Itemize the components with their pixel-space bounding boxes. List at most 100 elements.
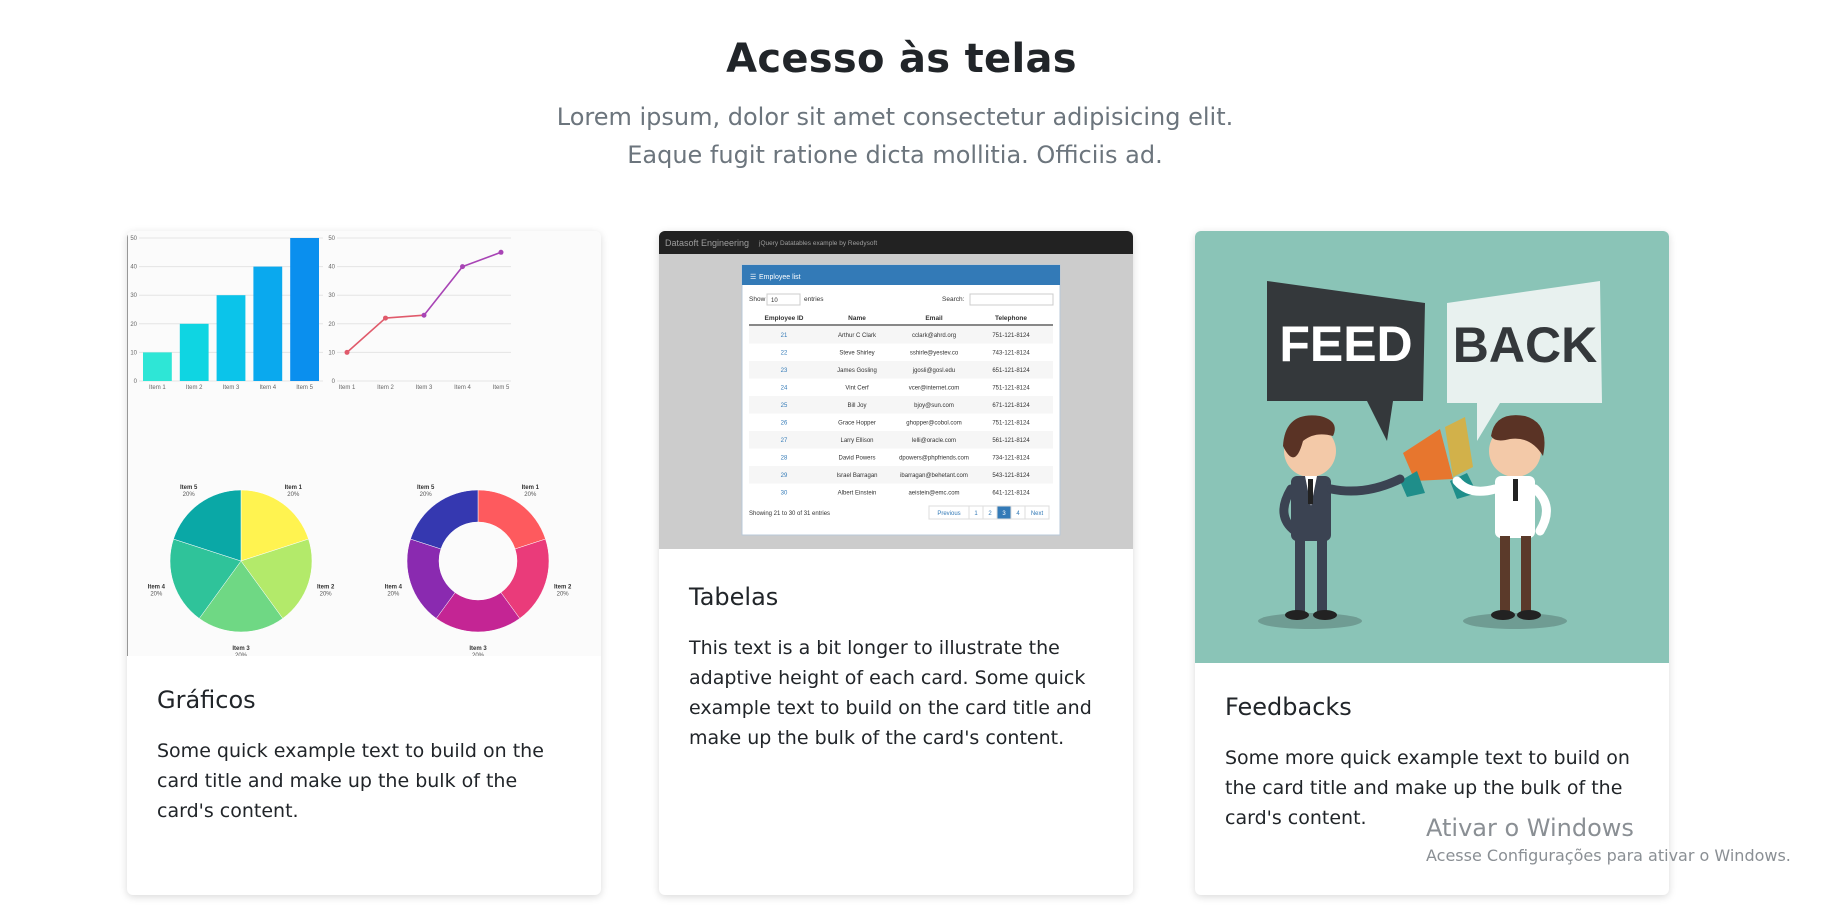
line-y-tick: 50	[328, 236, 335, 242]
bar	[290, 238, 319, 381]
table-cell: 22	[781, 351, 788, 357]
bubble-right-text: BACK	[1453, 317, 1597, 373]
table-cell: 734-121-8124	[992, 456, 1030, 462]
charts-image: 01020304050Item 1 Item 2 Item 3 Item 4 Item …	[127, 231, 601, 656]
watermark-line1: Ativar o Windows	[1426, 814, 1634, 842]
bar-y-tick: 30	[130, 293, 137, 299]
table-cell: David Powers	[838, 456, 875, 462]
windows-activation-watermark: Ativar o Windows Acesse Configurações pa…	[1426, 814, 1791, 865]
show-label: Show	[749, 296, 766, 303]
slice-label: Item 3	[469, 646, 487, 652]
search-label: Search:	[942, 296, 965, 303]
table-cell: 561-121-8124	[992, 438, 1030, 444]
line-y-tick: 10	[328, 350, 335, 356]
section-title: Acesso às telas	[726, 36, 1077, 82]
table-cell: James Gosling	[837, 368, 877, 374]
table-cell: 671-121-8124	[992, 403, 1030, 409]
line-x-label: Item 5	[493, 385, 510, 391]
bar-x-label: Item 1	[149, 385, 166, 391]
navbar-subtitle: jQuery Datatables example by Reedysoft	[758, 240, 877, 247]
table-cell: ibarragan@behetant.com	[900, 473, 968, 479]
pagination-label: Next	[1031, 511, 1044, 517]
slice-pct: 20%	[235, 653, 248, 656]
slice-pct: 20%	[183, 492, 196, 498]
bar-x-label: Item 2	[186, 385, 203, 391]
table-cell: Arthur C Clark	[838, 333, 877, 339]
slice-label: Item 5	[180, 485, 198, 491]
line-x-label: Item 4	[454, 385, 471, 391]
slice-label: Item 4	[385, 585, 403, 591]
svg-text:☰: ☰	[750, 274, 756, 281]
table-cell: 23	[781, 368, 788, 374]
bar	[253, 266, 283, 381]
slice-pct: 20%	[472, 653, 485, 656]
line-point	[421, 312, 427, 318]
table-cell: 24	[781, 386, 788, 392]
slice-pct: 20%	[150, 592, 163, 598]
card-tabelas[interactable]: Datasoft Engineering jQuery Datatables e…	[659, 231, 1133, 895]
bar-y-tick: 40	[130, 265, 137, 271]
pagination: Previous 1 2 3 4 Next	[928, 505, 1050, 520]
card-title: Gráficos	[157, 686, 256, 714]
table-cell: sshirle@yestev.co	[910, 351, 959, 357]
bubble-left-text: FEED	[1279, 316, 1412, 372]
card-feedbacks[interactable]: FEED BACK Feedbacks Some more quick exam…	[1195, 231, 1669, 895]
slice-label: Item 3	[232, 646, 250, 652]
slice-pct: 20%	[320, 592, 333, 598]
pagination-label: Previous	[937, 511, 960, 517]
table-header: Name	[848, 315, 866, 322]
table-cell: jgosli@gosl.edu	[912, 368, 955, 374]
bar	[143, 352, 172, 381]
table-cell: Israel Barragan	[836, 473, 877, 479]
table-cell: vcer@internet.com	[909, 386, 959, 392]
line-point	[344, 349, 350, 355]
slice-pct: 20%	[387, 592, 400, 598]
table-cell: aeistein@emc.com	[908, 491, 959, 497]
table-cell: Vint Cerf	[845, 386, 869, 392]
table-image: Datasoft Engineering jQuery Datatables e…	[659, 231, 1133, 549]
bar-x-label: Item 5	[296, 385, 313, 391]
card-title: Feedbacks	[1225, 693, 1352, 721]
show-value: 10	[771, 298, 778, 304]
entries-label: entries	[804, 296, 824, 303]
table-cell: cclark@ahrd.org	[912, 333, 956, 339]
table-cell: Grace Hopper	[838, 421, 876, 427]
bar-x-label: Item 4	[259, 385, 276, 391]
table-cell: 651-121-8124	[992, 368, 1030, 374]
feedback-image: FEED BACK	[1195, 231, 1669, 663]
card-title: Tabelas	[689, 583, 779, 611]
slice-label: Item 4	[148, 585, 166, 591]
bar-y-tick: 20	[130, 322, 137, 328]
slice-pct: 20%	[287, 492, 300, 498]
table-header: Email	[925, 315, 943, 322]
table-info: Showing 21 to 30 of 31 entries	[749, 511, 830, 517]
table-cell: 28	[781, 456, 788, 462]
table-cell: 27	[781, 438, 788, 444]
line-x-label: Item 3	[416, 385, 433, 391]
table-cell: 751-121-8124	[992, 386, 1030, 392]
bar-y-tick: 10	[130, 350, 137, 356]
table-cell: 29	[781, 473, 788, 479]
slice-pct: 20%	[557, 592, 570, 598]
table-cell: Albert Einstein	[838, 491, 877, 497]
table-cell: Steve Shirley	[839, 351, 874, 357]
slice-label: Item 2	[317, 585, 335, 591]
card-text: Some quick example text to build on the …	[157, 740, 544, 822]
slice-pct: 20%	[420, 492, 433, 498]
card-graficos[interactable]: 0 10 20 30 40 50 Item 1 Item 2 Item 3 Item 4 Item …	[127, 231, 601, 895]
table-cell: 743-121-8124	[992, 351, 1030, 357]
navbar-brand: Datasoft Engineering	[665, 238, 749, 248]
table-cell: Larry Ellison	[840, 438, 873, 444]
table-cell: 26	[781, 421, 788, 427]
table-cell: 21	[781, 333, 788, 339]
table-header: Telephone	[995, 315, 1027, 322]
slice-label: Item 5	[417, 485, 435, 491]
slice-label: Item 2	[554, 585, 572, 591]
bar-x-label: Item 3	[223, 385, 240, 391]
bar	[216, 295, 246, 381]
watermark-line2: Acesse Configurações para ativar o Windo…	[1426, 846, 1791, 865]
table-cell: 30	[781, 491, 788, 497]
table-cell: 641-121-8124	[992, 491, 1030, 497]
slice-pct: 20%	[524, 492, 537, 498]
section-subtitle: Lorem ipsum, dolor sit amet consectetur …	[556, 103, 1234, 169]
